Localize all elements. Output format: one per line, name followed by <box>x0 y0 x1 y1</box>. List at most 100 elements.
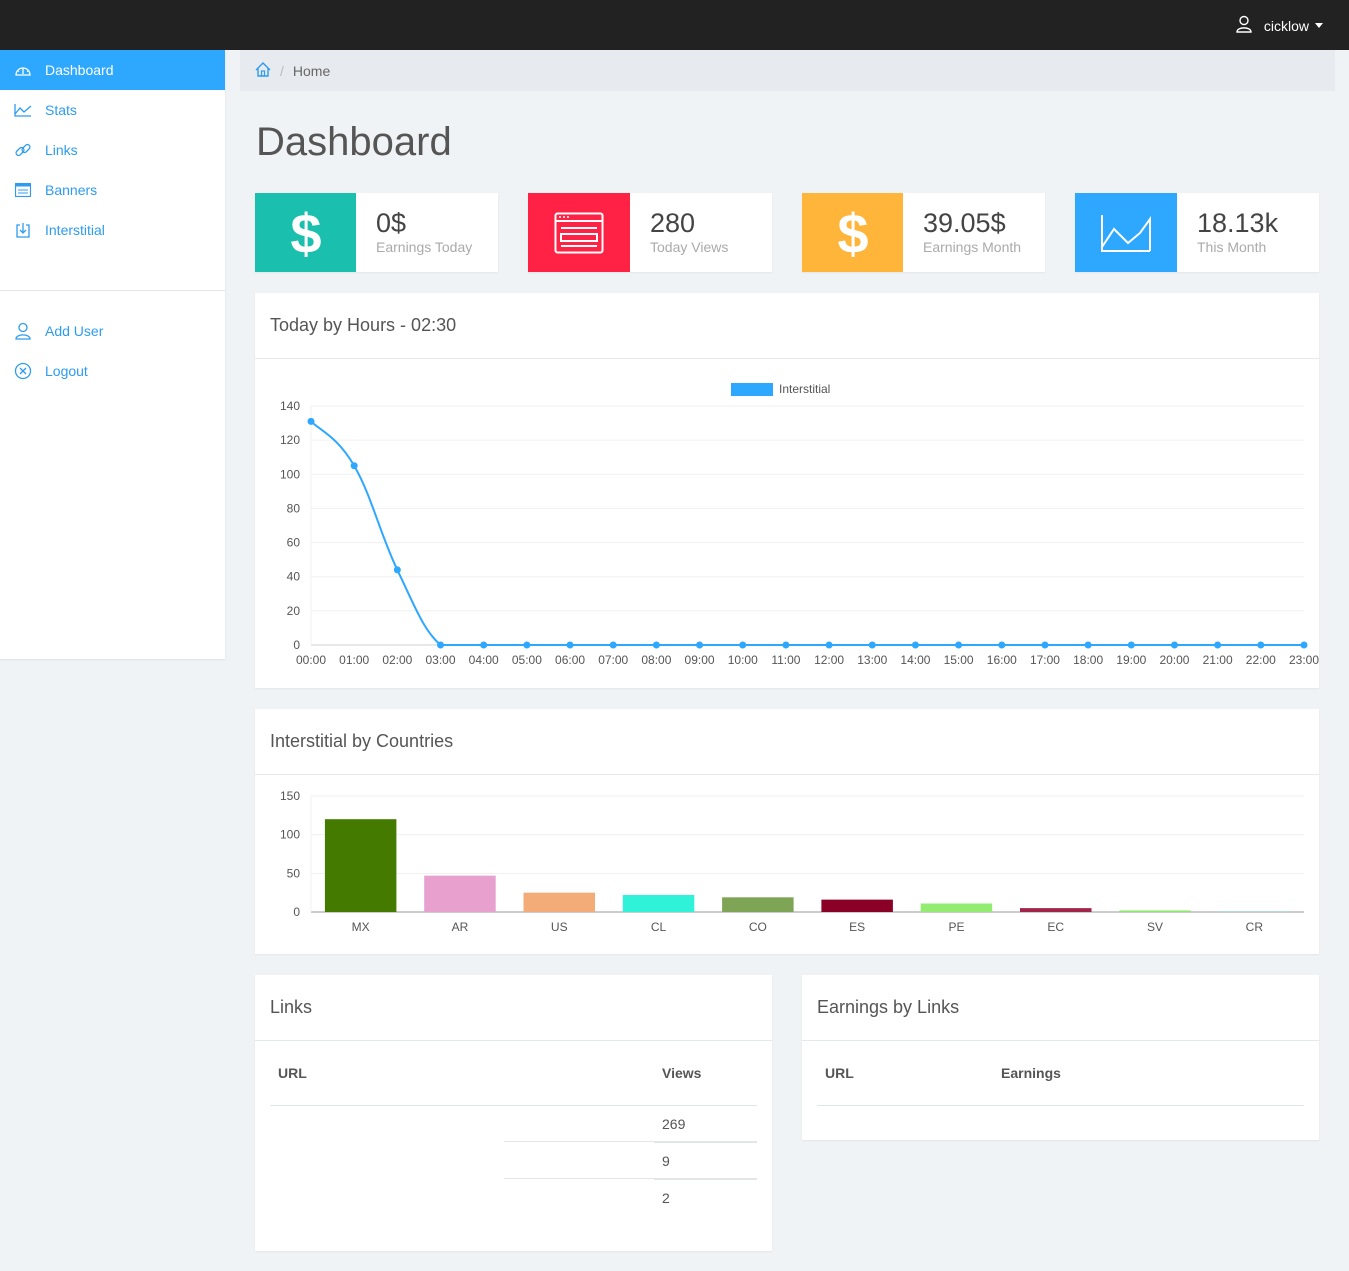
data-point <box>1041 641 1049 649</box>
page-title: Dashboard <box>256 120 452 164</box>
sidebar-item-label: Logout <box>45 363 88 379</box>
data-point <box>955 641 963 649</box>
y-tick-label: 40 <box>287 570 301 584</box>
data-point <box>307 417 315 425</box>
data-point <box>1127 641 1135 649</box>
data-point <box>566 641 574 649</box>
bar <box>324 819 397 912</box>
y-tick-label: 80 <box>287 501 301 515</box>
data-point <box>609 641 617 649</box>
interstitial-by-countries-panel: Interstitial by Countries 0 50 100 150 MX AR U… <box>255 709 1319 954</box>
stat-label: Earnings Today <box>376 239 473 255</box>
data-point <box>739 641 747 649</box>
stat-card-earnings-month: $ 39.05$ Earnings Month <box>802 193 1045 272</box>
data-point <box>523 641 531 649</box>
x-tick-label: 14:00 <box>900 653 930 667</box>
breadcrumb: / Home <box>240 50 1335 91</box>
x-tick-label: 04:00 <box>469 653 499 667</box>
x-tick-label: 03:00 <box>426 653 456 667</box>
bar <box>424 875 496 912</box>
data-point <box>782 641 790 649</box>
x-tick-label: 19:00 <box>1116 653 1146 667</box>
y-tick-label: 100 <box>280 828 300 842</box>
table-row: 2 <box>270 1179 757 1216</box>
sidebar-item-logout[interactable]: Logout <box>0 351 225 391</box>
home-icon[interactable] <box>255 61 271 80</box>
x-tick-label: ES <box>849 920 865 934</box>
stat-label: This Month <box>1197 239 1267 255</box>
x-tick-label: EC <box>1047 920 1064 934</box>
y-tick-label: 20 <box>287 604 301 618</box>
bar <box>1218 911 1291 912</box>
row-divider <box>504 1141 757 1142</box>
x-tick-label: 18:00 <box>1073 653 1103 667</box>
dollar-icon: $ <box>802 193 903 272</box>
download-icon <box>14 221 32 239</box>
x-tick-label: PE <box>948 920 964 934</box>
data-point <box>998 641 1006 649</box>
data-point <box>1170 641 1178 649</box>
sidebar-item-links[interactable]: Links <box>0 130 225 170</box>
sidebar-item-label: Interstitial <box>45 222 105 238</box>
x-tick-label: US <box>551 920 568 934</box>
x-tick-label: 16:00 <box>987 653 1017 667</box>
x-tick-label: 10:00 <box>728 653 758 667</box>
data-point <box>1300 641 1308 649</box>
area-chart-icon <box>1075 193 1177 272</box>
banner-icon <box>14 181 32 199</box>
stat-card-earnings-today: $ 0$ Earnings Today <box>255 193 498 272</box>
sidebar-item-dashboard[interactable]: Dashboard <box>0 50 225 90</box>
column-header-views: Views <box>654 1041 757 1106</box>
column-header-earnings: Earnings <box>993 1041 1304 1106</box>
stat-label: Today Views <box>650 239 729 255</box>
data-point <box>393 566 401 574</box>
sidebar-item-interstitial[interactable]: Interstitial <box>0 210 225 250</box>
sidebar-item-add-user[interactable]: Add User <box>0 311 225 351</box>
chevron-down-icon <box>1315 23 1323 28</box>
y-tick-label: 150 <box>280 789 300 803</box>
x-tick-label: 15:00 <box>944 653 974 667</box>
bar <box>722 897 794 912</box>
x-tick-label: CR <box>1246 920 1264 934</box>
breadcrumb-separator: / <box>280 62 284 79</box>
stat-label: Earnings Month <box>923 239 1022 255</box>
x-tick-label: 20:00 <box>1159 653 1189 667</box>
sidebar-item-label: Links <box>45 142 78 158</box>
sidebar-item-stats[interactable]: Stats <box>0 90 225 130</box>
dollar-icon: $ <box>255 193 356 272</box>
x-tick-label: 09:00 <box>685 653 715 667</box>
x-tick-label: SV <box>1147 920 1163 934</box>
x-tick-label: 22:00 <box>1246 653 1276 667</box>
x-tick-label: 00:00 <box>296 653 326 667</box>
bar <box>1119 910 1191 912</box>
link-url[interactable] <box>270 1179 654 1216</box>
data-point <box>868 641 876 649</box>
y-tick-label: 100 <box>280 467 300 481</box>
link-views: 269 <box>654 1105 757 1143</box>
column-header-url: URL <box>270 1041 654 1106</box>
stat-card-this-month: 18.13k This Month <box>1075 193 1319 272</box>
data-point <box>696 641 704 649</box>
sidebar-item-label: Banners <box>45 182 98 198</box>
link-url[interactable] <box>270 1142 654 1179</box>
link-url[interactable] <box>270 1105 654 1142</box>
x-tick-label: 13:00 <box>857 653 887 667</box>
x-tick-label: CL <box>651 920 667 934</box>
earnings-by-links-panel: Earnings by Links URL Earnings <box>802 975 1319 1140</box>
data-point <box>1257 641 1265 649</box>
x-tick-label: CO <box>749 920 767 934</box>
close-circle-icon <box>14 362 32 380</box>
username: cicklow <box>1263 17 1309 34</box>
row-divider <box>504 1178 757 1179</box>
data-point <box>437 641 445 649</box>
user-menu-dropdown[interactable]: cicklow <box>1236 15 1323 36</box>
y-tick-label: 140 <box>280 399 300 413</box>
sidebar-item-label: Dashboard <box>45 62 114 78</box>
sidebar-item-banners[interactable]: Banners <box>0 170 225 210</box>
bar <box>622 894 695 912</box>
line-chart: 0 20 40 60 80 100 120 140 00:00 01:00 02:00 03:00 04… <box>280 399 1319 667</box>
bar-chart: 0 50 100 150 MX AR US CL CO ES PE EC SV CR <box>280 789 1304 934</box>
y-tick-label: 120 <box>280 433 300 447</box>
link-views: 9 <box>654 1142 757 1180</box>
x-tick-label: 06:00 <box>555 653 585 667</box>
